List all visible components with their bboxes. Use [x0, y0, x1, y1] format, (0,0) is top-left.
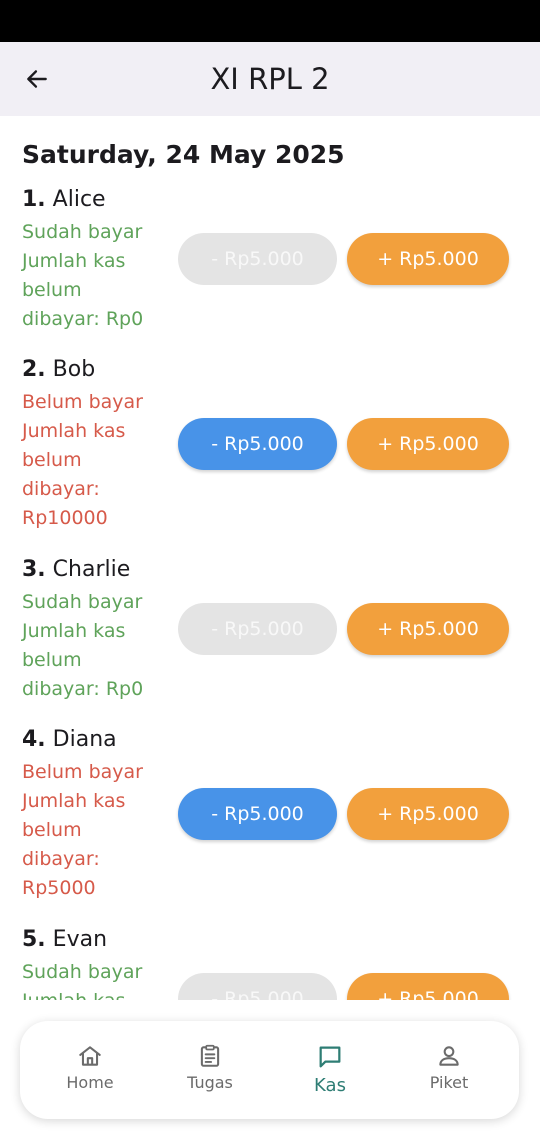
chat-bubble-icon — [319, 1046, 341, 1068]
student-name-text: Charlie — [52, 557, 131, 582]
nav-label-piket: Piket — [429, 1073, 469, 1092]
date-heading: Saturday, 24 May 2025 — [22, 140, 345, 169]
plus-button[interactable]: + Rp5.000 — [347, 973, 509, 1000]
nav-item-piket[interactable]: Piket — [394, 1021, 504, 1119]
status-line: Sudah bayar — [22, 221, 143, 243]
minus-button[interactable]: - Rp5.000 — [178, 973, 337, 1000]
person-icon — [439, 1046, 459, 1066]
student-name-text: Evan — [52, 927, 108, 952]
nav-item-kas[interactable]: Kas — [275, 1021, 385, 1119]
student-name: 5. Evan — [22, 926, 107, 954]
nav-label-home: Home — [66, 1073, 114, 1092]
student-number: 3. — [22, 557, 46, 582]
payment-status: Sudah bayar Jumlah kas belum dibayar: Rp… — [22, 588, 162, 704]
payment-status: Sudah bayar Jumlah kas belum dibayar: Rp… — [22, 218, 162, 334]
page-title: XI RPL 2 — [210, 62, 330, 96]
bottom-navigation: Home Tugas Kas Piket — [20, 1021, 519, 1119]
cash-list[interactable]: Saturday, 24 May 2025 1. Alice Sudah bay… — [0, 116, 540, 1000]
student-number: 1. — [22, 187, 46, 212]
student-name-text: Diana — [52, 727, 117, 752]
student-name-text: Alice — [52, 187, 106, 212]
nav-label-kas: Kas — [314, 1075, 346, 1096]
payment-status: Sudah bayar Jumlah kas belum dibayar: Rp… — [22, 958, 162, 1000]
plus-button[interactable]: + Rp5.000 — [347, 603, 509, 655]
student-name: 2. Bob — [22, 356, 95, 384]
nav-label-tugas: Tugas — [187, 1073, 233, 1092]
student-name: 3. Charlie — [22, 556, 130, 584]
unpaid-balance: Jumlah kas belum dibayar: Rp5000 — [22, 790, 126, 899]
student-number: 4. — [22, 727, 46, 752]
student-number: 5. — [22, 927, 46, 952]
nav-item-tugas[interactable]: Tugas — [155, 1021, 265, 1119]
unpaid-balance: Jumlah kas belum dibayar: Rp0 — [22, 987, 162, 1000]
minus-button[interactable]: - Rp5.000 — [178, 788, 337, 840]
plus-button[interactable]: + Rp5.000 — [347, 788, 509, 840]
nav-item-home[interactable]: Home — [35, 1021, 145, 1119]
clipboard-icon — [200, 1044, 220, 1067]
student-name: 4. Diana — [22, 726, 117, 754]
status-bar — [0, 0, 540, 42]
unpaid-balance: Jumlah kas belum dibayar: Rp0 — [22, 620, 144, 700]
payment-status: Belum bayar Jumlah kas belum dibayar: Rp… — [22, 388, 162, 533]
student-name: 1. Alice — [22, 186, 106, 214]
student-name-text: Bob — [52, 357, 96, 382]
minus-button[interactable]: - Rp5.000 — [178, 233, 337, 285]
payment-status: Belum bayar Jumlah kas belum dibayar: Rp… — [22, 758, 162, 903]
unpaid-balance: Jumlah kas belum dibayar: Rp10000 — [22, 420, 126, 529]
unpaid-balance: Jumlah kas belum dibayar: Rp0 — [22, 250, 144, 330]
minus-button[interactable]: - Rp5.000 — [178, 418, 337, 470]
home-icon — [79, 1046, 101, 1066]
status-line: Sudah bayar — [22, 591, 143, 613]
status-line: Belum bayar — [22, 391, 143, 413]
student-number: 2. — [22, 357, 46, 382]
plus-button[interactable]: + Rp5.000 — [347, 233, 509, 285]
plus-button[interactable]: + Rp5.000 — [347, 418, 509, 470]
status-line: Belum bayar — [22, 761, 143, 783]
status-line: Sudah bayar — [22, 961, 143, 983]
minus-button[interactable]: - Rp5.000 — [178, 603, 337, 655]
app-bar: XI RPL 2 — [0, 42, 540, 116]
